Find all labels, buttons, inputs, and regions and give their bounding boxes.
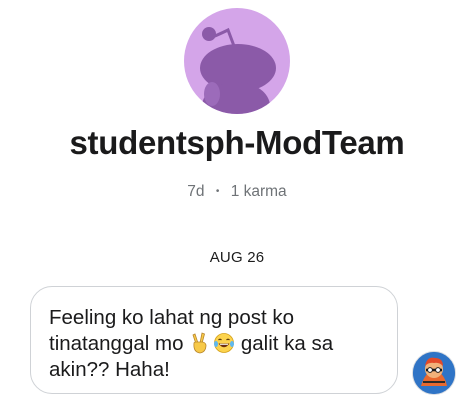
account-age: 7d bbox=[187, 183, 205, 200]
karma-count: 1 karma bbox=[230, 183, 287, 200]
reddit-snoo-icon bbox=[200, 27, 276, 114]
message-line-3: akin?? Haha! bbox=[49, 358, 170, 381]
message-line-1: Feeling ko lahat ng post ko bbox=[49, 306, 295, 329]
profile-meta: 7d • 1 karma bbox=[0, 183, 474, 201]
message-text: Feeling ko lahat ng post ko tinatanggal … bbox=[49, 305, 379, 383]
chat-screen: studentsph-ModTeam 7d • 1 karma AUG 26 F… bbox=[0, 0, 474, 406]
date-divider: AUG 26 bbox=[209, 249, 265, 266]
username[interactable]: studentsph-ModTeam bbox=[0, 124, 474, 162]
victory-hand-icon bbox=[192, 332, 207, 354]
message-bubble[interactable]: Feeling ko lahat ng post ko tinatanggal … bbox=[30, 286, 398, 394]
tears-of-joy-icon bbox=[214, 333, 235, 353]
message-line-2-end: galit ka sa bbox=[235, 332, 334, 355]
profile-avatar[interactable] bbox=[184, 8, 290, 114]
meta-separator: • bbox=[215, 186, 220, 197]
user-avatar-icon bbox=[413, 352, 455, 394]
message-line-2-start: tinatanggal mo bbox=[49, 332, 190, 355]
sender-avatar[interactable] bbox=[412, 351, 456, 395]
